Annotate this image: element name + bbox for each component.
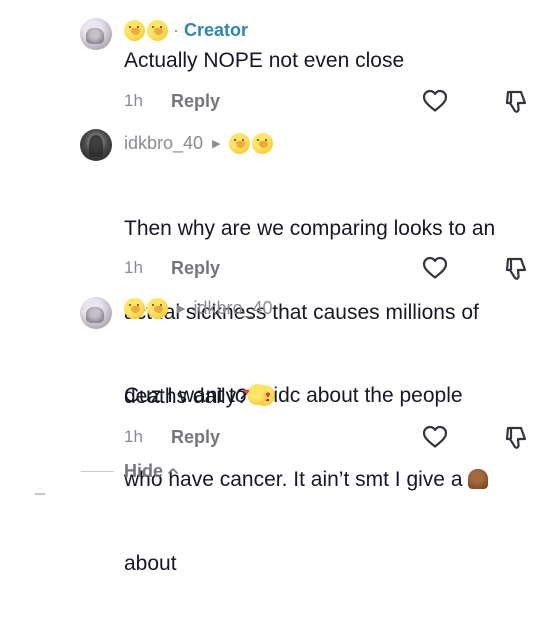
dislike-icon[interactable] [503, 89, 529, 115]
comment-text: Cuz I want to idc about the people who h… [124, 326, 534, 634]
emoji-badge-icon [124, 297, 145, 319]
heart-icon[interactable] [422, 89, 448, 113]
reply-arrow-icon: ▶ [177, 302, 186, 315]
timestamp: 1h [124, 91, 143, 110]
comment-header: ▶ idkbro_40 [124, 295, 273, 321]
divider [35, 493, 45, 495]
comment-text-segment: Cuz I want to [124, 384, 247, 407]
avatar[interactable] [80, 297, 112, 329]
comment-text-line: who have cancer. It ain’t smt I give a [124, 466, 534, 494]
emoji-badge-icon [147, 19, 168, 41]
emoji-badge-icon [147, 297, 168, 319]
reply-button[interactable]: Reply [171, 427, 220, 448]
dislike-icon[interactable] [503, 256, 529, 282]
comment-text: Actually NOPE not even close [124, 49, 405, 72]
comment-text-segment: idc about the people [267, 384, 463, 407]
timestamp: 1h [124, 427, 143, 446]
poop-emoji-icon [468, 469, 489, 489]
comment-header: · Creator [124, 17, 248, 43]
smiling-face-with-hearts-emoji-icon [244, 379, 271, 409]
comment-text-line: Then why are we comparing looks to an [124, 217, 496, 240]
emoji-badge-icon [228, 132, 250, 154]
avatar[interactable] [80, 129, 112, 161]
emoji-badge-icon [251, 132, 273, 154]
comment-text-line: about [124, 552, 177, 575]
timestamp: 1h [124, 258, 143, 277]
emoji-badge-icon [124, 19, 145, 41]
reply-arrow-icon: ▶ [212, 137, 221, 150]
comment-header: idkbro_40 ▶ [124, 130, 273, 156]
reply-to-username[interactable]: idkbro_40 [193, 298, 272, 319]
creator-tag: Creator [184, 19, 249, 40]
username[interactable]: idkbro_40 [124, 133, 203, 154]
chevron-up-icon [168, 468, 178, 474]
heart-icon[interactable] [422, 256, 448, 280]
reply-button[interactable]: Reply [171, 91, 220, 112]
comment-actions: 1h Reply [124, 86, 534, 116]
heart-icon[interactable] [422, 425, 448, 449]
comment-text-line: Cuz I want to idc about the people [124, 379, 534, 410]
reply-button[interactable]: Reply [171, 258, 220, 279]
comment-actions: 1h Reply [124, 253, 534, 283]
separator-dot: · [173, 19, 179, 40]
divider [81, 470, 114, 472]
dislike-icon[interactable] [503, 425, 529, 451]
comment-actions: 1h Reply [124, 422, 534, 452]
hide-label: Hide [124, 460, 164, 481]
hide-replies-button[interactable]: Hide [81, 459, 179, 483]
avatar[interactable] [80, 18, 112, 50]
